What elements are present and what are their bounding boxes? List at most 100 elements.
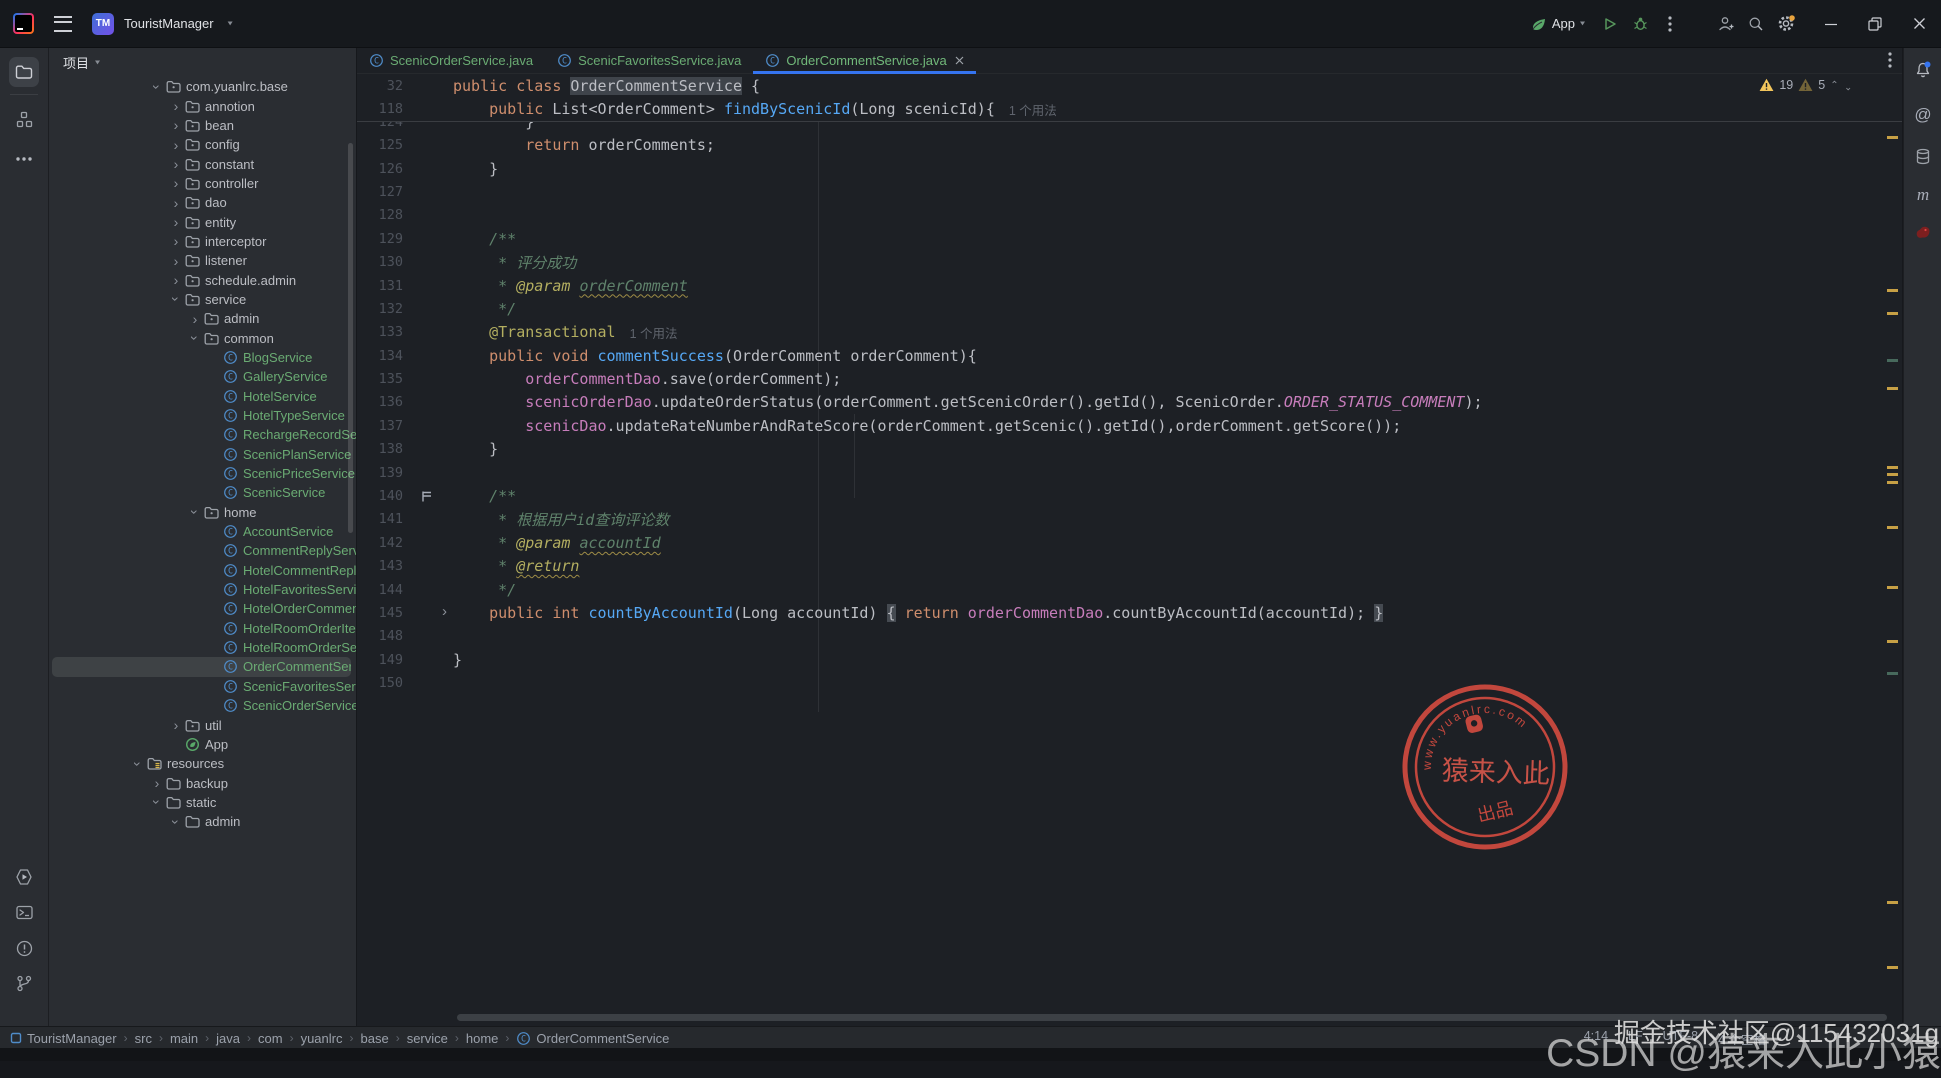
scroll-mark-warning[interactable] xyxy=(1887,136,1898,139)
database-tool-button[interactable] xyxy=(1908,141,1938,171)
code-line[interactable]: 134 public void commentSuccess(OrderComm… xyxy=(357,344,1902,367)
line-number[interactable]: 137 xyxy=(357,418,403,434)
scroll-mark-warning[interactable] xyxy=(1887,966,1898,969)
line-number[interactable]: 148 xyxy=(357,628,403,644)
code-line[interactable]: 150 xyxy=(357,671,1902,694)
fold-arrow-icon[interactable]: › xyxy=(442,603,447,620)
tree-item[interactable]: C HotelOrderCommentService xyxy=(49,599,356,618)
code-line[interactable]: 143 * @return xyxy=(357,555,1902,578)
notifications-button[interactable] xyxy=(1908,55,1938,85)
tree-chevron-icon[interactable]: › xyxy=(167,718,185,732)
breadcrumb-item[interactable]: main xyxy=(170,1031,198,1046)
run-tool-button[interactable] xyxy=(9,862,39,892)
scroll-mark-warning[interactable] xyxy=(1887,481,1898,484)
code-line[interactable]: 129 /** xyxy=(357,227,1902,250)
scroll-mark-warning[interactable] xyxy=(1887,640,1898,643)
gradle-tool-button[interactable] xyxy=(1908,216,1938,246)
line-number[interactable]: 32 xyxy=(357,78,403,94)
inspections-widget[interactable]: 19 5 ⌃ ⌃ xyxy=(1759,78,1852,92)
code-line[interactable]: 131 * @param orderComment xyxy=(357,274,1902,297)
usage-inlay-hint[interactable]: 1 个用法 xyxy=(630,323,678,342)
line-number[interactable]: 133 xyxy=(357,324,403,340)
tree-chevron-icon[interactable]: › xyxy=(167,99,185,113)
code-line[interactable]: 142 * @param accountId xyxy=(357,531,1902,554)
main-menu-button[interactable] xyxy=(48,9,78,39)
tree-chevron-icon[interactable]: › xyxy=(148,776,166,790)
scroll-mark-teal[interactable] xyxy=(1887,672,1898,675)
code-line[interactable]: 144 */ xyxy=(357,578,1902,601)
code-line[interactable]: 124 } xyxy=(357,122,1902,134)
line-number[interactable]: 125 xyxy=(357,137,403,153)
breadcrumb-item[interactable]: C OrderCommentService xyxy=(516,1031,669,1046)
tree-item[interactable]: C HotelFavoritesService xyxy=(49,580,356,599)
tree-item[interactable]: › dao xyxy=(49,193,356,212)
line-number[interactable]: 131 xyxy=(357,278,403,294)
debug-button[interactable] xyxy=(1625,9,1655,39)
prev-issue-chevron[interactable]: ⌃ xyxy=(1830,80,1838,91)
ai-assistant-button[interactable]: @ xyxy=(1908,100,1938,130)
tree-item[interactable]: › constant xyxy=(49,154,356,173)
tab-close-icon[interactable] xyxy=(955,56,964,65)
code-line[interactable]: 133 @Transactional 1 个用法 xyxy=(357,321,1902,344)
line-number[interactable]: 124 xyxy=(357,122,403,130)
tree-chevron-icon[interactable]: › xyxy=(167,157,185,171)
search-everywhere-button[interactable] xyxy=(1741,9,1771,39)
breadcrumb-item[interactable]: TouristManager xyxy=(10,1031,117,1046)
scroll-mark-warning[interactable] xyxy=(1887,586,1898,589)
tree-item[interactable]: › util xyxy=(49,715,356,734)
maven-tool-button[interactable]: m xyxy=(1908,180,1938,210)
line-number[interactable]: 144 xyxy=(357,582,403,598)
tree-item[interactable]: › config xyxy=(49,135,356,154)
code-line[interactable]: 128 xyxy=(357,204,1902,227)
code-line[interactable]: 118 public List<OrderComment> findByScen… xyxy=(357,97,1902,120)
project-panel-header[interactable]: 项目 ▾ xyxy=(49,48,356,77)
breadcrumb-item[interactable]: yuanlrc xyxy=(301,1031,343,1046)
code-line[interactable]: 32 public class OrderCommentService { xyxy=(357,74,1902,97)
tree-chevron-icon[interactable]: › xyxy=(167,176,185,190)
tree-chevron-icon[interactable]: › xyxy=(167,118,185,132)
tree-chevron-icon[interactable]: › xyxy=(168,813,184,831)
close-button[interactable] xyxy=(1897,0,1941,47)
next-issue-chevron[interactable]: ⌃ xyxy=(1844,80,1852,91)
tree-item[interactable]: › service xyxy=(49,290,356,309)
code-line[interactable]: 132 */ xyxy=(357,297,1902,320)
breadcrumb-item[interactable]: com xyxy=(258,1031,283,1046)
code-line[interactable]: 127 xyxy=(357,180,1902,203)
breadcrumb-item[interactable]: java xyxy=(216,1031,240,1046)
code-line[interactable]: 135 orderCommentDao.save(orderComment); xyxy=(357,367,1902,390)
line-number[interactable]: 130 xyxy=(357,254,403,270)
line-number[interactable]: 138 xyxy=(357,441,403,457)
usage-inlay-hint[interactable]: 1 个用法 xyxy=(1009,100,1057,119)
scroll-mark-warning[interactable] xyxy=(1887,387,1898,390)
tree-chevron-icon[interactable]: › xyxy=(187,503,203,521)
tree-item[interactable]: C RechargeRecordService xyxy=(49,425,356,444)
tree-chevron-icon[interactable]: › xyxy=(130,755,146,773)
code-line[interactable]: 130 * 评分成功 xyxy=(357,250,1902,273)
project-tool-button[interactable] xyxy=(9,57,39,87)
run-button[interactable] xyxy=(1595,9,1625,39)
panel-scrollbar[interactable] xyxy=(348,143,353,533)
tree-item[interactable]: C HotelTypeService xyxy=(49,406,356,425)
settings-button[interactable] xyxy=(1771,9,1801,39)
bookmark-icon[interactable] xyxy=(421,490,433,502)
scroll-mark-warning[interactable] xyxy=(1887,312,1898,315)
tree-item[interactable]: C OrderCommentService xyxy=(52,657,351,677)
tree-item[interactable]: App xyxy=(49,735,356,754)
tree-chevron-icon[interactable]: › xyxy=(167,215,185,229)
tree-item[interactable]: › annotion xyxy=(49,96,356,115)
tree-chevron-icon[interactable]: › xyxy=(167,196,185,210)
line-number[interactable]: 136 xyxy=(357,394,403,410)
tree-item[interactable]: C HotelService xyxy=(49,387,356,406)
code-body[interactable]: 124 } 125 return orderComments; 126 } 127 12… xyxy=(357,122,1902,1026)
code-line[interactable]: 125 return orderComments; xyxy=(357,134,1902,157)
editor-area[interactable]: C ScenicOrderService.java C ScenicFavorites… xyxy=(357,48,1902,1026)
run-configuration-selector[interactable]: App ▾ xyxy=(1530,16,1585,32)
tree-item[interactable]: › admin xyxy=(49,812,356,831)
more-actions-button[interactable] xyxy=(1655,9,1685,39)
line-number[interactable]: 141 xyxy=(357,511,403,527)
code-line[interactable]: 136 scenicOrderDao.updateOrderStatus(ord… xyxy=(357,391,1902,414)
line-number[interactable]: 128 xyxy=(357,207,403,223)
line-number[interactable]: 127 xyxy=(357,184,403,200)
code-line[interactable]: 140 /** xyxy=(357,484,1902,507)
minimize-button[interactable] xyxy=(1809,0,1853,47)
